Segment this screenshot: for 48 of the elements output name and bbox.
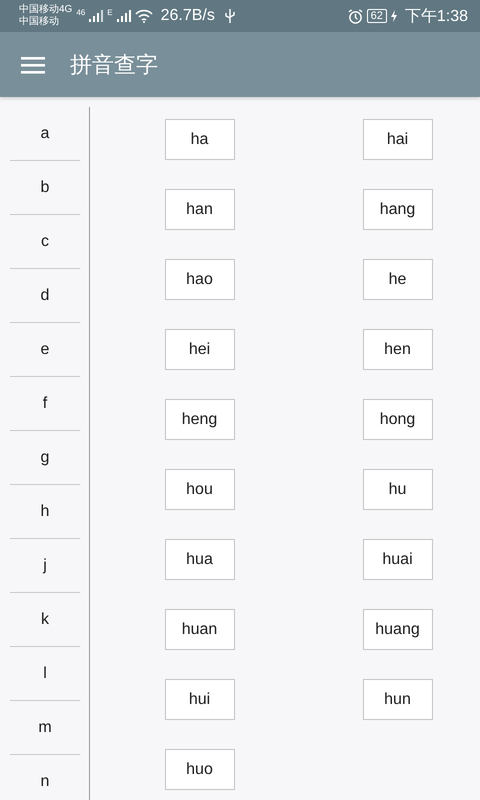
- app-title: 拼音查字: [70, 50, 158, 78]
- syllable-button[interactable]: huo: [164, 749, 234, 790]
- menu-button[interactable]: [21, 56, 45, 74]
- letter-item[interactable]: a: [10, 107, 80, 161]
- letter-item[interactable]: n: [10, 755, 80, 800]
- letter-item[interactable]: c: [10, 215, 80, 269]
- letter-item[interactable]: j: [10, 539, 80, 593]
- syllable-button[interactable]: hen: [362, 329, 432, 370]
- charging-icon: [390, 10, 397, 22]
- carrier-name: 中国移动: [19, 16, 60, 28]
- carrier-name: 中国移动4G: [19, 4, 72, 16]
- syllable-button[interactable]: hun: [362, 679, 432, 720]
- syllable-button[interactable]: hong: [362, 399, 432, 440]
- syllable-button[interactable]: hao: [164, 259, 234, 300]
- syllable-button[interactable]: huan: [164, 609, 234, 650]
- clock-time: 下午1:38: [404, 6, 468, 26]
- letter-item[interactable]: e: [10, 323, 80, 377]
- letter-item[interactable]: m: [10, 701, 80, 755]
- alarm-icon: [348, 8, 363, 24]
- syllable-button[interactable]: he: [362, 259, 432, 300]
- syllable-button[interactable]: hua: [164, 539, 234, 580]
- menu-icon: [21, 56, 45, 74]
- syllable-button[interactable]: ha: [164, 119, 234, 160]
- syllable-button[interactable]: hu: [362, 469, 432, 510]
- syllable-button[interactable]: huai: [362, 539, 432, 580]
- signal-icon: [116, 10, 131, 22]
- letter-item[interactable]: l: [10, 647, 80, 701]
- battery-indicator: 62: [366, 9, 387, 23]
- syllable-button[interactable]: heng: [164, 399, 234, 440]
- syllable-button[interactable]: hei: [164, 329, 234, 370]
- network-speed: 26.7B/s: [160, 7, 215, 25]
- letter-item[interactable]: h: [10, 485, 80, 539]
- letter-item[interactable]: f: [10, 377, 80, 431]
- letter-item[interactable]: b: [10, 161, 80, 215]
- syllable-button[interactable]: han: [164, 189, 234, 230]
- usb-icon: [224, 9, 235, 23]
- letter-item[interactable]: d: [10, 269, 80, 323]
- syllable-button[interactable]: huang: [362, 609, 432, 650]
- letter-item[interactable]: k: [10, 593, 80, 647]
- wifi-icon: [134, 9, 153, 23]
- letter-item[interactable]: g: [10, 431, 80, 485]
- syllable-button[interactable]: hui: [164, 679, 234, 720]
- network-type: E: [107, 8, 113, 17]
- signal-icon: [89, 10, 104, 22]
- syllable-button[interactable]: hou: [164, 469, 234, 510]
- syllable-button[interactable]: hai: [362, 119, 432, 160]
- network-type: 46: [76, 8, 86, 17]
- syllable-button[interactable]: hang: [362, 189, 432, 230]
